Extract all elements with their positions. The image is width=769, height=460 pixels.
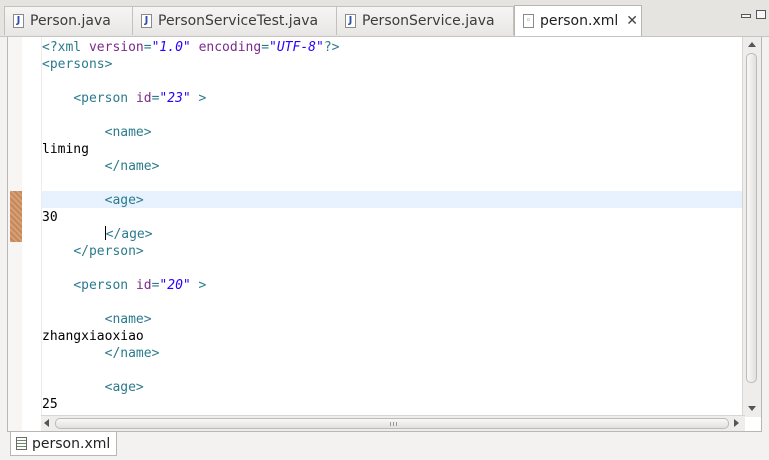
xml-tag-token: > [190,91,207,106]
xml-attr-token: version [88,40,144,55]
xml-tag-token: = [143,40,152,55]
minimize-icon[interactable] [741,14,751,18]
scroll-left-icon[interactable] [44,419,49,427]
code-line[interactable]: </person> [42,243,144,260]
code-line[interactable]: </name> [42,158,160,175]
scroll-down-icon[interactable] [748,406,756,411]
horizontal-scrollbar[interactable] [41,415,745,431]
xml-tag-token: = [261,40,270,55]
tab-label: PersonServiceTest.java [158,13,319,29]
overview-ruler [8,37,23,431]
scroll-up-icon[interactable] [748,42,756,47]
xml-tag-token: <name> [104,312,152,327]
tab-person-xml[interactable]: ◦ person.xml ✕ [514,5,642,36]
xml-tag-token: </person> [73,244,144,259]
code-line[interactable]: <name> [42,311,152,328]
tab-person-java[interactable]: J Person.java [4,6,134,35]
xml-tag-token: </age> [105,227,153,242]
java-file-icon: J [345,14,356,28]
xml-tag-token: <name> [104,125,152,140]
xml-tag-token: ?> [323,40,340,55]
code-line[interactable]: 30 [42,209,58,226]
xml-tag-token [191,40,199,55]
code-line[interactable]: liming [42,141,89,158]
xml-tag-token: <age> [104,193,144,208]
code-line[interactable]: <person id="23" > [42,90,206,107]
code-line[interactable]: zhangxiaoxiao [42,328,144,345]
code-line[interactable]: 25 [42,396,58,413]
horizontal-scroll-thumb[interactable] [55,418,729,429]
current-line-highlight [42,191,744,208]
code-line[interactable]: <persons> [42,56,112,73]
xml-tag-token: <age> [104,380,144,395]
xml-text-token: 30 [42,210,58,225]
code-line[interactable]: </age> [42,226,153,243]
code-line[interactable]: <person id="20" > [42,277,206,294]
xml-text-token: zhangxiaoxiao [42,329,144,344]
xml-text-token: 25 [42,397,58,412]
xml-tag-token: > [190,278,207,293]
xml-tag-token: <person [73,91,136,106]
vertical-scrollbar[interactable] [742,37,761,417]
xml-source-editor[interactable]: <?xml version="1.0" encoding="UTF-8"?> <p… [7,37,762,432]
xml-tag-token: </name> [104,346,160,361]
tab-label: Person.java [30,13,111,29]
scroll-right-icon[interactable] [734,419,739,427]
editor-page-tabs: person.xml [7,432,762,460]
tab-source-page[interactable]: person.xml [10,432,118,456]
xml-val-token: "1.0" [151,40,191,55]
java-file-icon: J [13,14,24,28]
xml-text-token: liming [42,142,89,157]
xml-val-token: "23" [159,91,191,106]
close-icon[interactable]: ✕ [626,14,638,28]
code-line[interactable]: <name> [42,124,152,141]
quick-diff-change-marker[interactable] [10,191,22,242]
tab-label: person.xml [540,13,619,29]
code-line[interactable]: <?xml version="1.0" encoding="UTF-8"?> [42,39,339,56]
java-file-icon: J [141,14,152,28]
xml-tag-token: </name> [104,159,160,174]
tab-label: person.xml [32,435,111,452]
xml-attr-token: encoding [198,40,262,55]
code-line[interactable]: </name> [42,345,160,362]
xml-file-icon: ◦ [523,14,534,28]
xml-attr-token: id [135,91,152,106]
xml-val-token: "UTF-8" [269,40,324,55]
maximize-icon[interactable] [756,10,766,19]
xml-attr-token: id [135,278,152,293]
source-page-icon [16,437,27,450]
annotation-gutter [22,37,42,431]
code-line[interactable]: <age> [42,192,144,209]
tab-personservice-java[interactable]: J PersonService.java [336,6,514,35]
xml-tag-token: <?xml [42,40,89,55]
xml-val-token: "20" [159,278,191,293]
editor-tab-bar: J Person.java J PersonServiceTest.java J… [0,0,769,37]
vertical-scroll-thumb[interactable] [746,53,757,383]
tab-label: PersonService.java [362,13,495,29]
tab-personservicetest-java[interactable]: J PersonServiceTest.java [132,6,338,35]
xml-tag-token: <persons> [42,57,113,72]
code-line[interactable]: <age> [42,379,144,396]
xml-tag-token: <person [73,278,136,293]
